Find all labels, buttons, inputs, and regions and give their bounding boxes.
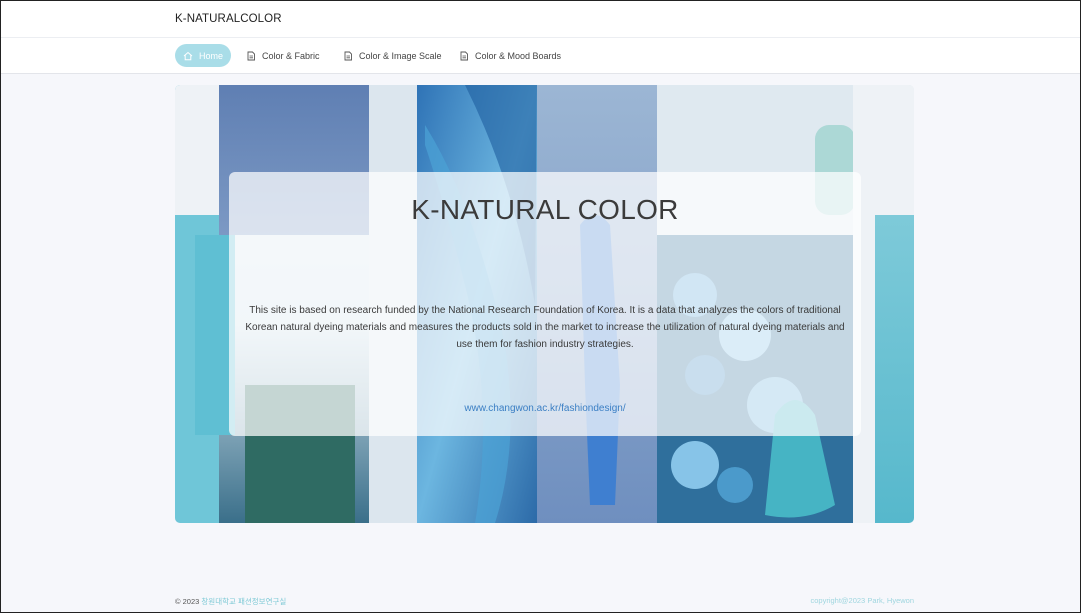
- footer-credit: copyright@2023 Park, Hyewon: [810, 596, 915, 605]
- nav-color-image-scale-label: Color & Image Scale: [359, 50, 442, 61]
- home-icon: [183, 51, 193, 60]
- footer-copyright-year: © 2023: [175, 597, 200, 606]
- top-header: K-NATURALCOLOR: [1, 1, 1080, 38]
- main-nav: Home Color & Fabric Color & Image Scale …: [1, 38, 1080, 74]
- nav-color-image-scale[interactable]: Color & Image Scale: [335, 44, 450, 67]
- nav-color-mood-boards[interactable]: Color & Mood Boards: [451, 44, 569, 67]
- document-icon: [460, 51, 468, 60]
- hero-description: This site is based on research funded by…: [245, 305, 845, 350]
- site-brand[interactable]: K-NATURALCOLOR: [175, 13, 282, 25]
- hero-website-link[interactable]: www.changwon.ac.kr/fashiondesign/: [229, 403, 861, 414]
- hero-title: K-NATURAL COLOR: [411, 194, 679, 225]
- footer-copyright: © 2023 창원대학교 패션정보연구실: [175, 596, 286, 607]
- nav-home-label: Home: [199, 50, 224, 61]
- footer-lab-link[interactable]: 창원대학교 패션정보연구실: [201, 597, 286, 606]
- nav-color-mood-boards-label: Color & Mood Boards: [475, 50, 562, 61]
- nav-home[interactable]: Home: [175, 44, 232, 67]
- nav-color-fabric-label: Color & Fabric: [262, 50, 320, 61]
- document-icon: [247, 51, 255, 60]
- hero-info-card: K-NATURAL COLOR This site is based on re…: [229, 172, 861, 436]
- nav-color-fabric[interactable]: Color & Fabric: [238, 44, 328, 67]
- document-icon: [344, 51, 352, 60]
